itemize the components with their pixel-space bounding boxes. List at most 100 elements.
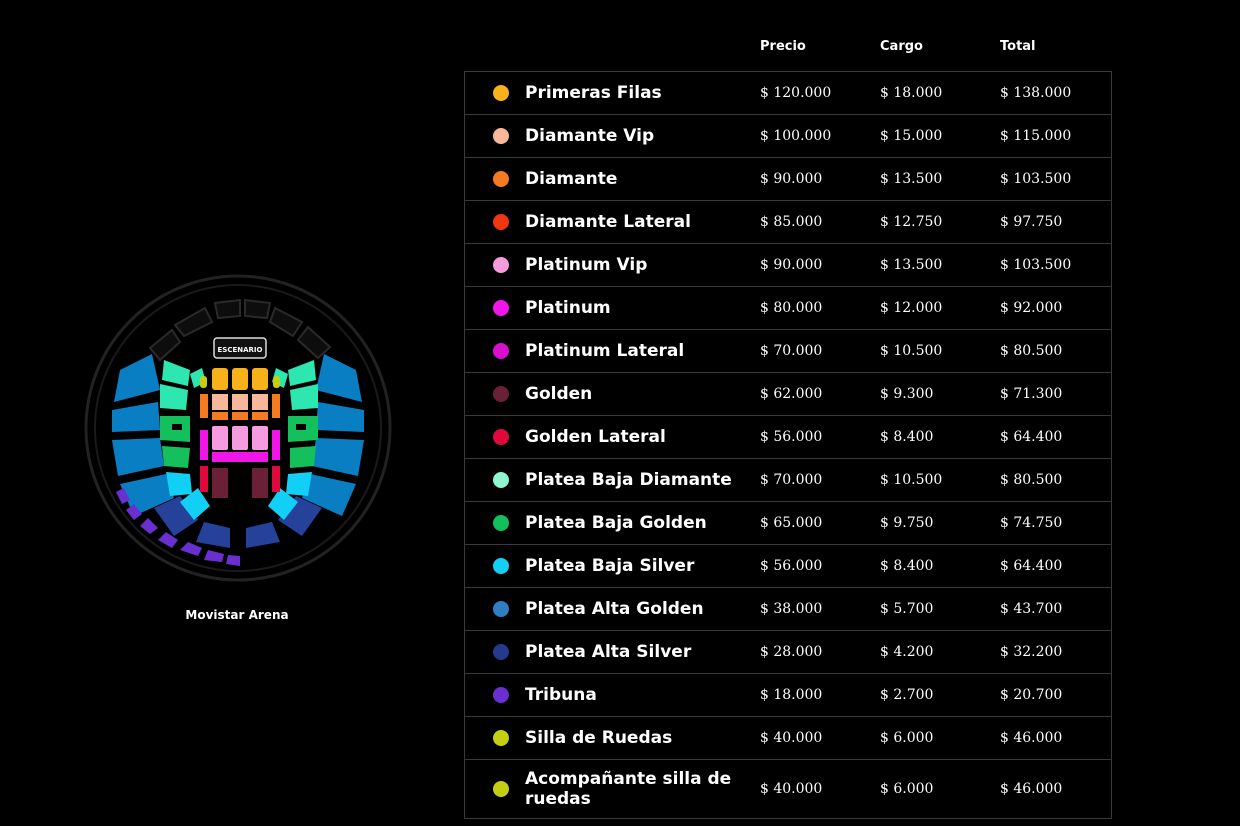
- price-cell: $ 100.000: [760, 128, 832, 144]
- price-cell: $ 56.000: [760, 429, 823, 445]
- price-cell: $ 18.000: [760, 687, 823, 703]
- charge-cell: $ 9.300: [880, 386, 934, 402]
- zone-name: Diamante: [525, 169, 618, 189]
- zone-name: Golden Lateral: [525, 427, 666, 447]
- zone-color-dot: [493, 343, 509, 359]
- price-cell: $ 90.000: [760, 257, 823, 273]
- charge-cell: $ 10.500: [880, 343, 943, 359]
- zone-name: Acompañante silla de ruedas: [525, 769, 732, 809]
- charge-cell: $ 18.000: [880, 85, 943, 101]
- total-cell: $ 92.000: [1000, 300, 1063, 316]
- price-cell: $ 70.000: [760, 343, 823, 359]
- total-cell: $ 32.200: [1000, 644, 1063, 660]
- column-header-price: Precio: [760, 39, 806, 54]
- charge-cell: $ 8.400: [880, 558, 934, 574]
- price-cell: $ 28.000: [760, 644, 823, 660]
- table-row: Acompañante silla de ruedas $ 40.000 $ 6.0…: [464, 760, 1112, 819]
- table-row: Platea Alta Silver $ 28.000 $ 4.200 $ 32.20…: [464, 631, 1112, 674]
- zone-color-dot: [493, 128, 509, 144]
- table-row: Platea Alta Golden $ 38.000 $ 5.700 $ 43.70…: [464, 588, 1112, 631]
- table-row: Silla de Ruedas $ 40.000 $ 6.000 $ 46.000: [464, 717, 1112, 760]
- zone-name: Platea Baja Diamante: [525, 470, 732, 490]
- table-row: Diamante Lateral $ 85.000 $ 12.750 $ 97.750: [464, 201, 1112, 244]
- price-cell: $ 90.000: [760, 171, 823, 187]
- table-row: Platea Baja Golden $ 65.000 $ 9.750 $ 74.75…: [464, 502, 1112, 545]
- table-row: Golden Lateral $ 56.000 $ 8.400 $ 64.400: [464, 416, 1112, 459]
- price-cell: $ 56.000: [760, 558, 823, 574]
- total-cell: $ 71.300: [1000, 386, 1063, 402]
- zone-name: Platea Alta Silver: [525, 642, 692, 662]
- total-cell: $ 74.750: [1000, 515, 1063, 531]
- total-cell: $ 64.400: [1000, 429, 1063, 445]
- zone-name: Primeras Filas: [525, 83, 662, 103]
- charge-cell: $ 13.500: [880, 171, 943, 187]
- charge-cell: $ 4.200: [880, 644, 934, 660]
- table-row: Platea Baja Silver $ 56.000 $ 8.400 $ 64.40…: [464, 545, 1112, 588]
- charge-cell: $ 15.000: [880, 128, 943, 144]
- total-cell: $ 64.400: [1000, 558, 1063, 574]
- price-cell: $ 70.000: [760, 472, 823, 488]
- price-cell: $ 120.000: [760, 85, 832, 101]
- zone-color-dot: [493, 515, 509, 531]
- total-cell: $ 20.700: [1000, 687, 1063, 703]
- total-cell: $ 46.000: [1000, 781, 1063, 797]
- zone-name: Platea Alta Golden: [525, 599, 704, 619]
- table-row: Platinum Lateral $ 70.000 $ 10.500 $ 80.500: [464, 330, 1112, 373]
- price-cell: $ 40.000: [760, 781, 823, 797]
- zone-color-dot: [493, 781, 509, 797]
- total-cell: $ 138.000: [1000, 85, 1072, 101]
- total-cell: $ 46.000: [1000, 730, 1063, 746]
- zone-color-dot: [493, 214, 509, 230]
- zone-color-dot: [493, 644, 509, 660]
- table-row: Diamante $ 90.000 $ 13.500 $ 103.500: [464, 158, 1112, 201]
- charge-cell: $ 2.700: [880, 687, 934, 703]
- charge-cell: $ 6.000: [880, 781, 934, 797]
- zone-name: Platinum: [525, 298, 611, 318]
- zone-name: Diamante Lateral: [525, 212, 691, 232]
- charge-cell: $ 9.750: [880, 515, 934, 531]
- zone-name: Platea Baja Silver: [525, 556, 695, 576]
- zone-color-dot: [493, 300, 509, 316]
- price-cell: $ 80.000: [760, 300, 823, 316]
- price-cell: $ 40.000: [760, 730, 823, 746]
- column-header-total: Total: [1000, 39, 1036, 54]
- charge-cell: $ 8.400: [880, 429, 934, 445]
- zone-color-dot: [493, 472, 509, 488]
- charge-cell: $ 5.700: [880, 601, 934, 617]
- stage-label: ESCENARIO: [218, 346, 263, 354]
- table-row: Tribuna $ 18.000 $ 2.700 $ 20.700: [464, 674, 1112, 717]
- zone-color-dot: [493, 687, 509, 703]
- venue-name: Movistar Arena: [185, 608, 289, 622]
- table-row: Platinum Vip $ 90.000 $ 13.500 $ 103.500: [464, 244, 1112, 287]
- zone-name: Tribuna: [525, 685, 597, 705]
- zone-color-dot: [493, 257, 509, 273]
- zone-color-dot: [493, 171, 509, 187]
- price-cell: $ 38.000: [760, 601, 823, 617]
- table-row: Diamante Vip $ 100.000 $ 15.000 $ 115.000: [464, 115, 1112, 158]
- zone-color-dot: [493, 429, 509, 445]
- total-cell: $ 97.750: [1000, 214, 1063, 230]
- zone-name: Platinum Vip: [525, 255, 648, 275]
- total-cell: $ 80.500: [1000, 472, 1063, 488]
- price-cell: $ 85.000: [760, 214, 823, 230]
- column-header-charge: Cargo: [880, 39, 923, 54]
- table-row: Golden $ 62.000 $ 9.300 $ 71.300: [464, 373, 1112, 416]
- venue-seating-map: ESCENARIO: [80, 270, 400, 590]
- zone-color-dot: [493, 730, 509, 746]
- total-cell: $ 115.000: [1000, 128, 1072, 144]
- zone-color-dot: [493, 558, 509, 574]
- table-row: Platinum $ 80.000 $ 12.000 $ 92.000: [464, 287, 1112, 330]
- total-cell: $ 103.500: [1000, 171, 1072, 187]
- zone-color-dot: [493, 386, 509, 402]
- price-table: Primeras Filas $ 120.000 $ 18.000 $ 138.000…: [464, 71, 1112, 819]
- zone-color-dot: [493, 85, 509, 101]
- total-cell: $ 103.500: [1000, 257, 1072, 273]
- zone-name: Platea Baja Golden: [525, 513, 707, 533]
- charge-cell: $ 12.000: [880, 300, 943, 316]
- table-row: Platea Baja Diamante $ 70.000 $ 10.500 $ 80…: [464, 459, 1112, 502]
- zone-color-dot: [493, 601, 509, 617]
- price-cell: $ 65.000: [760, 515, 823, 531]
- zone-name: Platinum Lateral: [525, 341, 685, 361]
- charge-cell: $ 12.750: [880, 214, 943, 230]
- charge-cell: $ 10.500: [880, 472, 943, 488]
